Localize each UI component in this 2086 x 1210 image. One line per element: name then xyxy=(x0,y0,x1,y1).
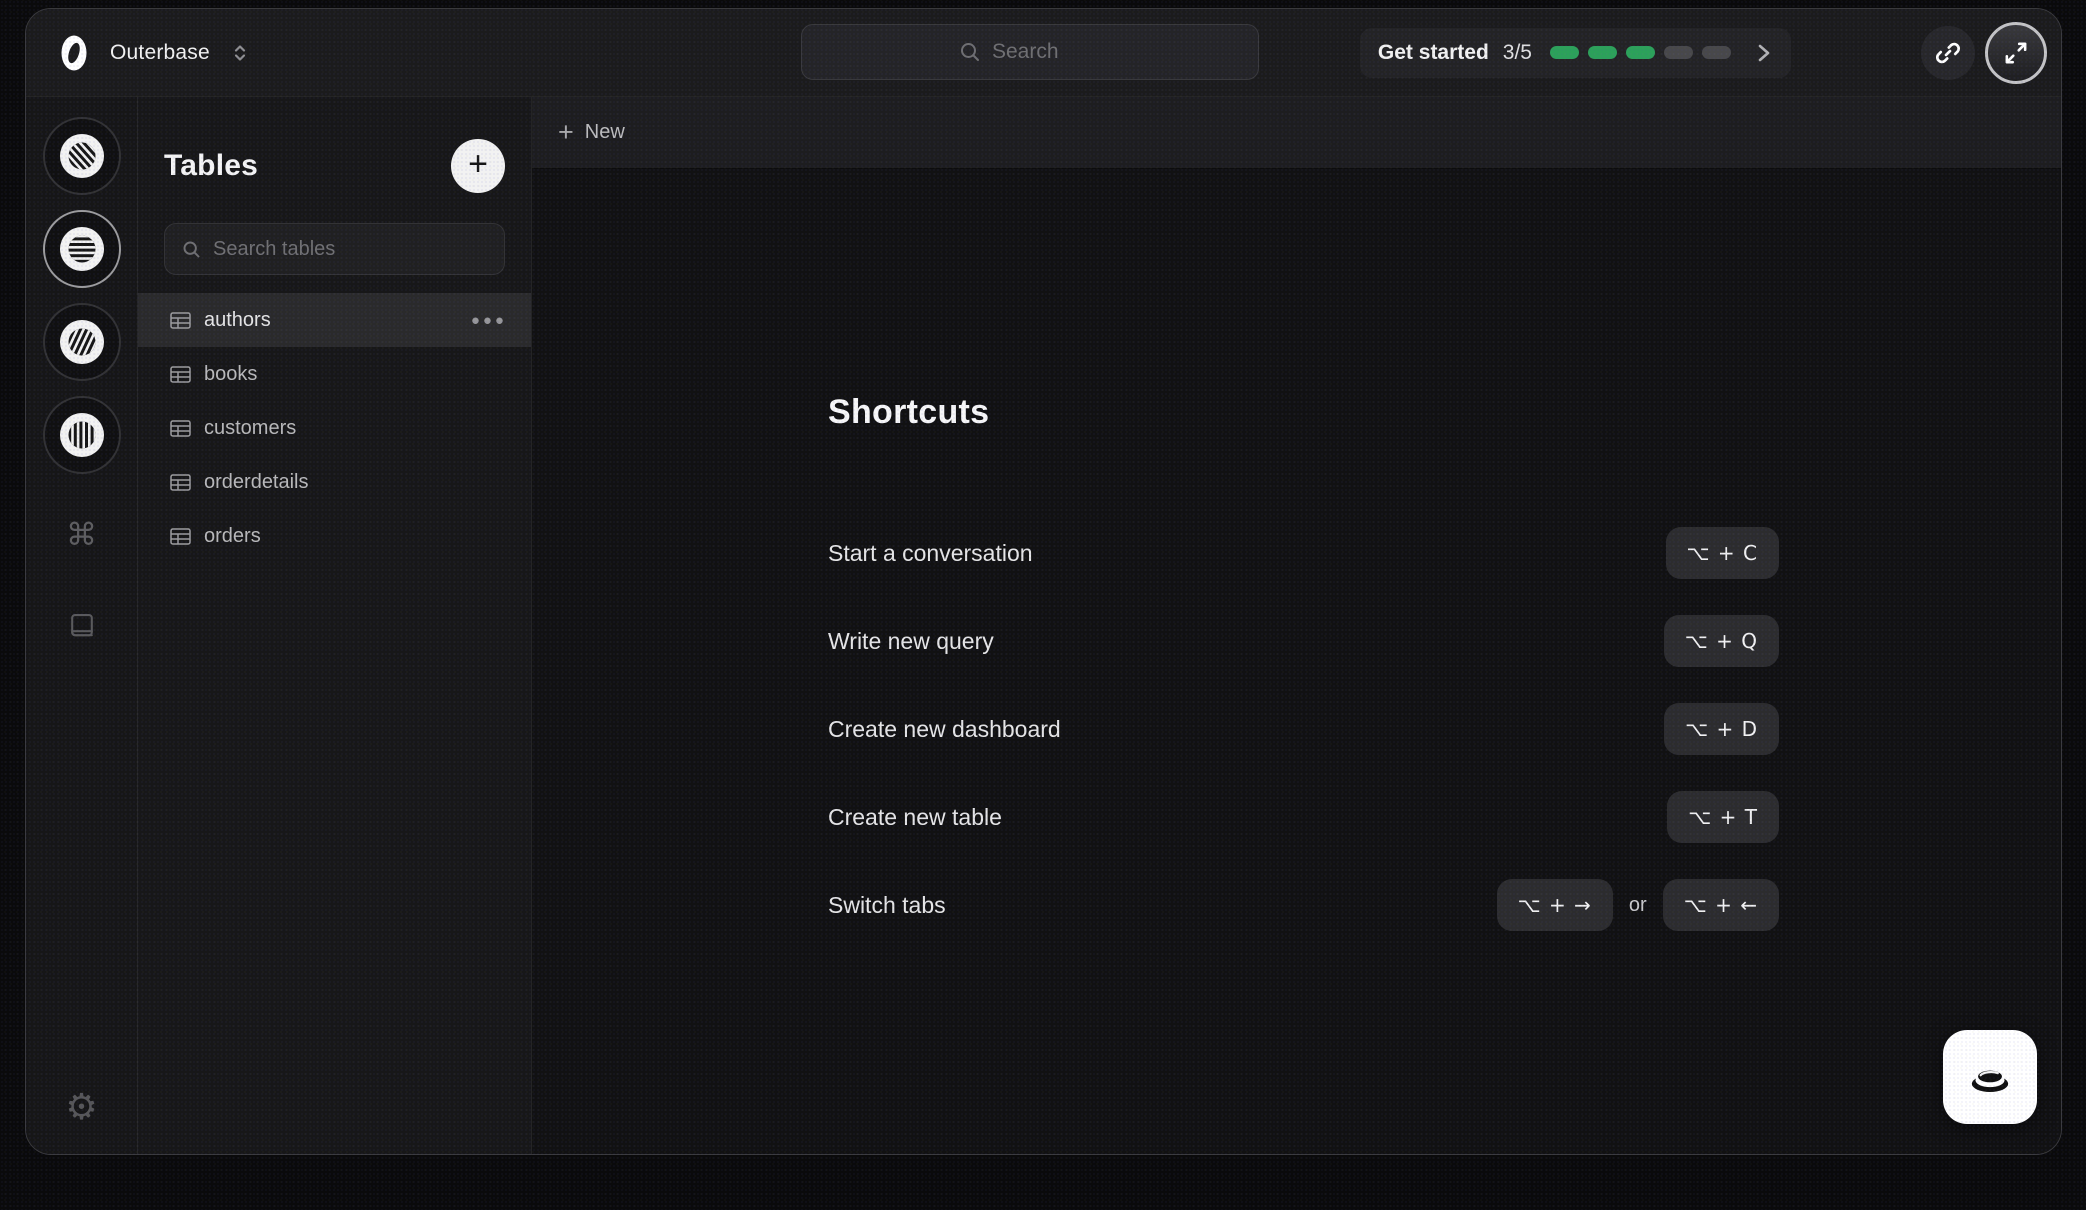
shortcut-keys: ⌥ + → or ⌥ + ← xyxy=(1497,879,1779,931)
shortcut-label: Create new table xyxy=(828,804,1002,831)
new-tab-button[interactable]: + New xyxy=(558,119,625,146)
table-icon xyxy=(170,366,191,383)
table-list: authors ●●● books customers orderdetails orde… xyxy=(138,293,531,563)
shortcut-label: Switch tabs xyxy=(828,892,946,919)
table-row-orderdetails[interactable]: orderdetails xyxy=(138,455,531,509)
table-row-authors[interactable]: authors ●●● xyxy=(138,293,531,347)
progress-step-done xyxy=(1626,46,1655,59)
shortcut-row: Start a conversation ⌥ + C xyxy=(828,527,1779,579)
get-started-button[interactable]: Get started 3/5 xyxy=(1360,28,1791,78)
add-table-button[interactable]: + xyxy=(451,139,505,193)
key-badge: ⌥ + C xyxy=(1666,527,1779,579)
row-menu-dots-icon[interactable]: ●●● xyxy=(471,312,507,329)
key-badge: ⌥ + → xyxy=(1497,879,1613,931)
shortcut-label: Create new dashboard xyxy=(828,716,1061,743)
key-badge: ⌥ + D xyxy=(1664,703,1779,755)
topbar-right: Get started 3/5 xyxy=(1360,22,2047,84)
shortcut-label: Write new query xyxy=(828,628,994,655)
outerbase-logo-icon xyxy=(60,34,88,72)
shortcuts-panel: Shortcuts Start a conversation ⌥ + C Write… xyxy=(828,393,1779,967)
progress-step-done xyxy=(1550,46,1579,59)
progress-step-pending xyxy=(1702,46,1731,59)
table-row-customers[interactable]: customers xyxy=(138,401,531,455)
base-avatar-icon xyxy=(59,133,105,179)
table-row-books[interactable]: books xyxy=(138,347,531,401)
search-icon xyxy=(958,40,982,64)
content-area: Shortcuts Start a conversation ⌥ + C Write… xyxy=(532,169,2061,1154)
table-name: orderdetails xyxy=(204,471,309,494)
chevron-updown-icon xyxy=(232,42,248,64)
shortcut-keys: ⌥ + C xyxy=(1666,527,1779,579)
key-badge: ⌥ + Q xyxy=(1664,615,1779,667)
expand-arrows-icon xyxy=(2002,39,2030,67)
table-icon xyxy=(170,420,191,437)
hat-button-icon xyxy=(1963,1050,2017,1104)
table-name: customers xyxy=(204,417,296,440)
table-icon xyxy=(170,474,191,491)
command-palette-button[interactable]: ⌘ xyxy=(66,517,97,553)
progress-step-pending xyxy=(1664,46,1693,59)
assistant-button[interactable] xyxy=(1943,1030,2037,1124)
shortcuts-title: Shortcuts xyxy=(828,393,1779,432)
workspace-name: Outerbase xyxy=(110,41,210,65)
chevron-right-icon xyxy=(1755,40,1773,66)
key-badge: ⌥ + ← xyxy=(1663,879,1779,931)
shortcut-row: Switch tabs ⌥ + → or ⌥ + ← xyxy=(828,879,1779,931)
get-started-label: Get started xyxy=(1378,41,1489,65)
table-row-orders[interactable]: orders xyxy=(138,509,531,563)
sidebar-title: Tables xyxy=(164,149,258,183)
get-started-progress: 3/5 xyxy=(1503,41,1532,65)
global-search[interactable] xyxy=(801,24,1259,80)
table-icon xyxy=(170,528,191,545)
brand: Outerbase xyxy=(60,34,248,72)
shortcut-row: Write new query ⌥ + Q xyxy=(828,615,1779,667)
app-window: Outerbase Get started 3/5 xyxy=(25,8,2062,1155)
workspace-selector[interactable] xyxy=(232,42,248,64)
search-icon xyxy=(181,239,202,260)
base-rail: ⌘ ⚙ xyxy=(26,97,138,1154)
base-avatar-icon xyxy=(59,412,105,458)
main-area: + New Shortcuts Start a conversation ⌥ + … xyxy=(532,97,2061,1154)
rail-base-4[interactable] xyxy=(43,396,121,474)
table-name: books xyxy=(204,363,257,386)
share-link-button[interactable] xyxy=(1921,26,1975,80)
book-icon xyxy=(67,611,97,641)
expand-button[interactable] xyxy=(1985,22,2047,84)
shortcut-label: Start a conversation xyxy=(828,540,1033,567)
base-avatar-icon xyxy=(59,319,105,365)
rail-base-3[interactable] xyxy=(43,303,121,381)
shortcut-row: Create new dashboard ⌥ + D xyxy=(828,703,1779,755)
settings-button[interactable]: ⚙ xyxy=(65,1087,97,1128)
base-avatar-icon xyxy=(59,226,105,272)
shortcut-keys: ⌥ + T xyxy=(1667,791,1779,843)
tables-sidebar: Tables + authors ●●● books customers orderde… xyxy=(138,97,532,1154)
shortcut-keys: ⌥ + D xyxy=(1664,703,1779,755)
table-search-input[interactable] xyxy=(213,238,488,261)
key-badge: ⌥ + T xyxy=(1667,791,1779,843)
top-bar: Outerbase Get started 3/5 xyxy=(26,9,2061,97)
rail-base-2-active[interactable] xyxy=(43,210,121,288)
table-icon xyxy=(170,312,191,329)
search-input[interactable] xyxy=(992,40,1102,64)
docs-button[interactable] xyxy=(67,611,97,641)
table-search[interactable] xyxy=(164,223,505,275)
plus-icon: + xyxy=(558,119,574,146)
rail-base-1[interactable] xyxy=(43,117,121,195)
shortcuts-list: Start a conversation ⌥ + C Write new query… xyxy=(828,527,1779,931)
keys-separator: or xyxy=(1629,894,1647,917)
shortcut-row: Create new table ⌥ + T xyxy=(828,791,1779,843)
shortcut-keys: ⌥ + Q xyxy=(1664,615,1779,667)
table-name: authors xyxy=(204,309,271,332)
progress-step-done xyxy=(1588,46,1617,59)
progress-steps xyxy=(1550,46,1731,59)
link-icon xyxy=(1934,39,1962,67)
table-name: orders xyxy=(204,525,261,548)
tab-bar: + New xyxy=(532,97,2061,169)
